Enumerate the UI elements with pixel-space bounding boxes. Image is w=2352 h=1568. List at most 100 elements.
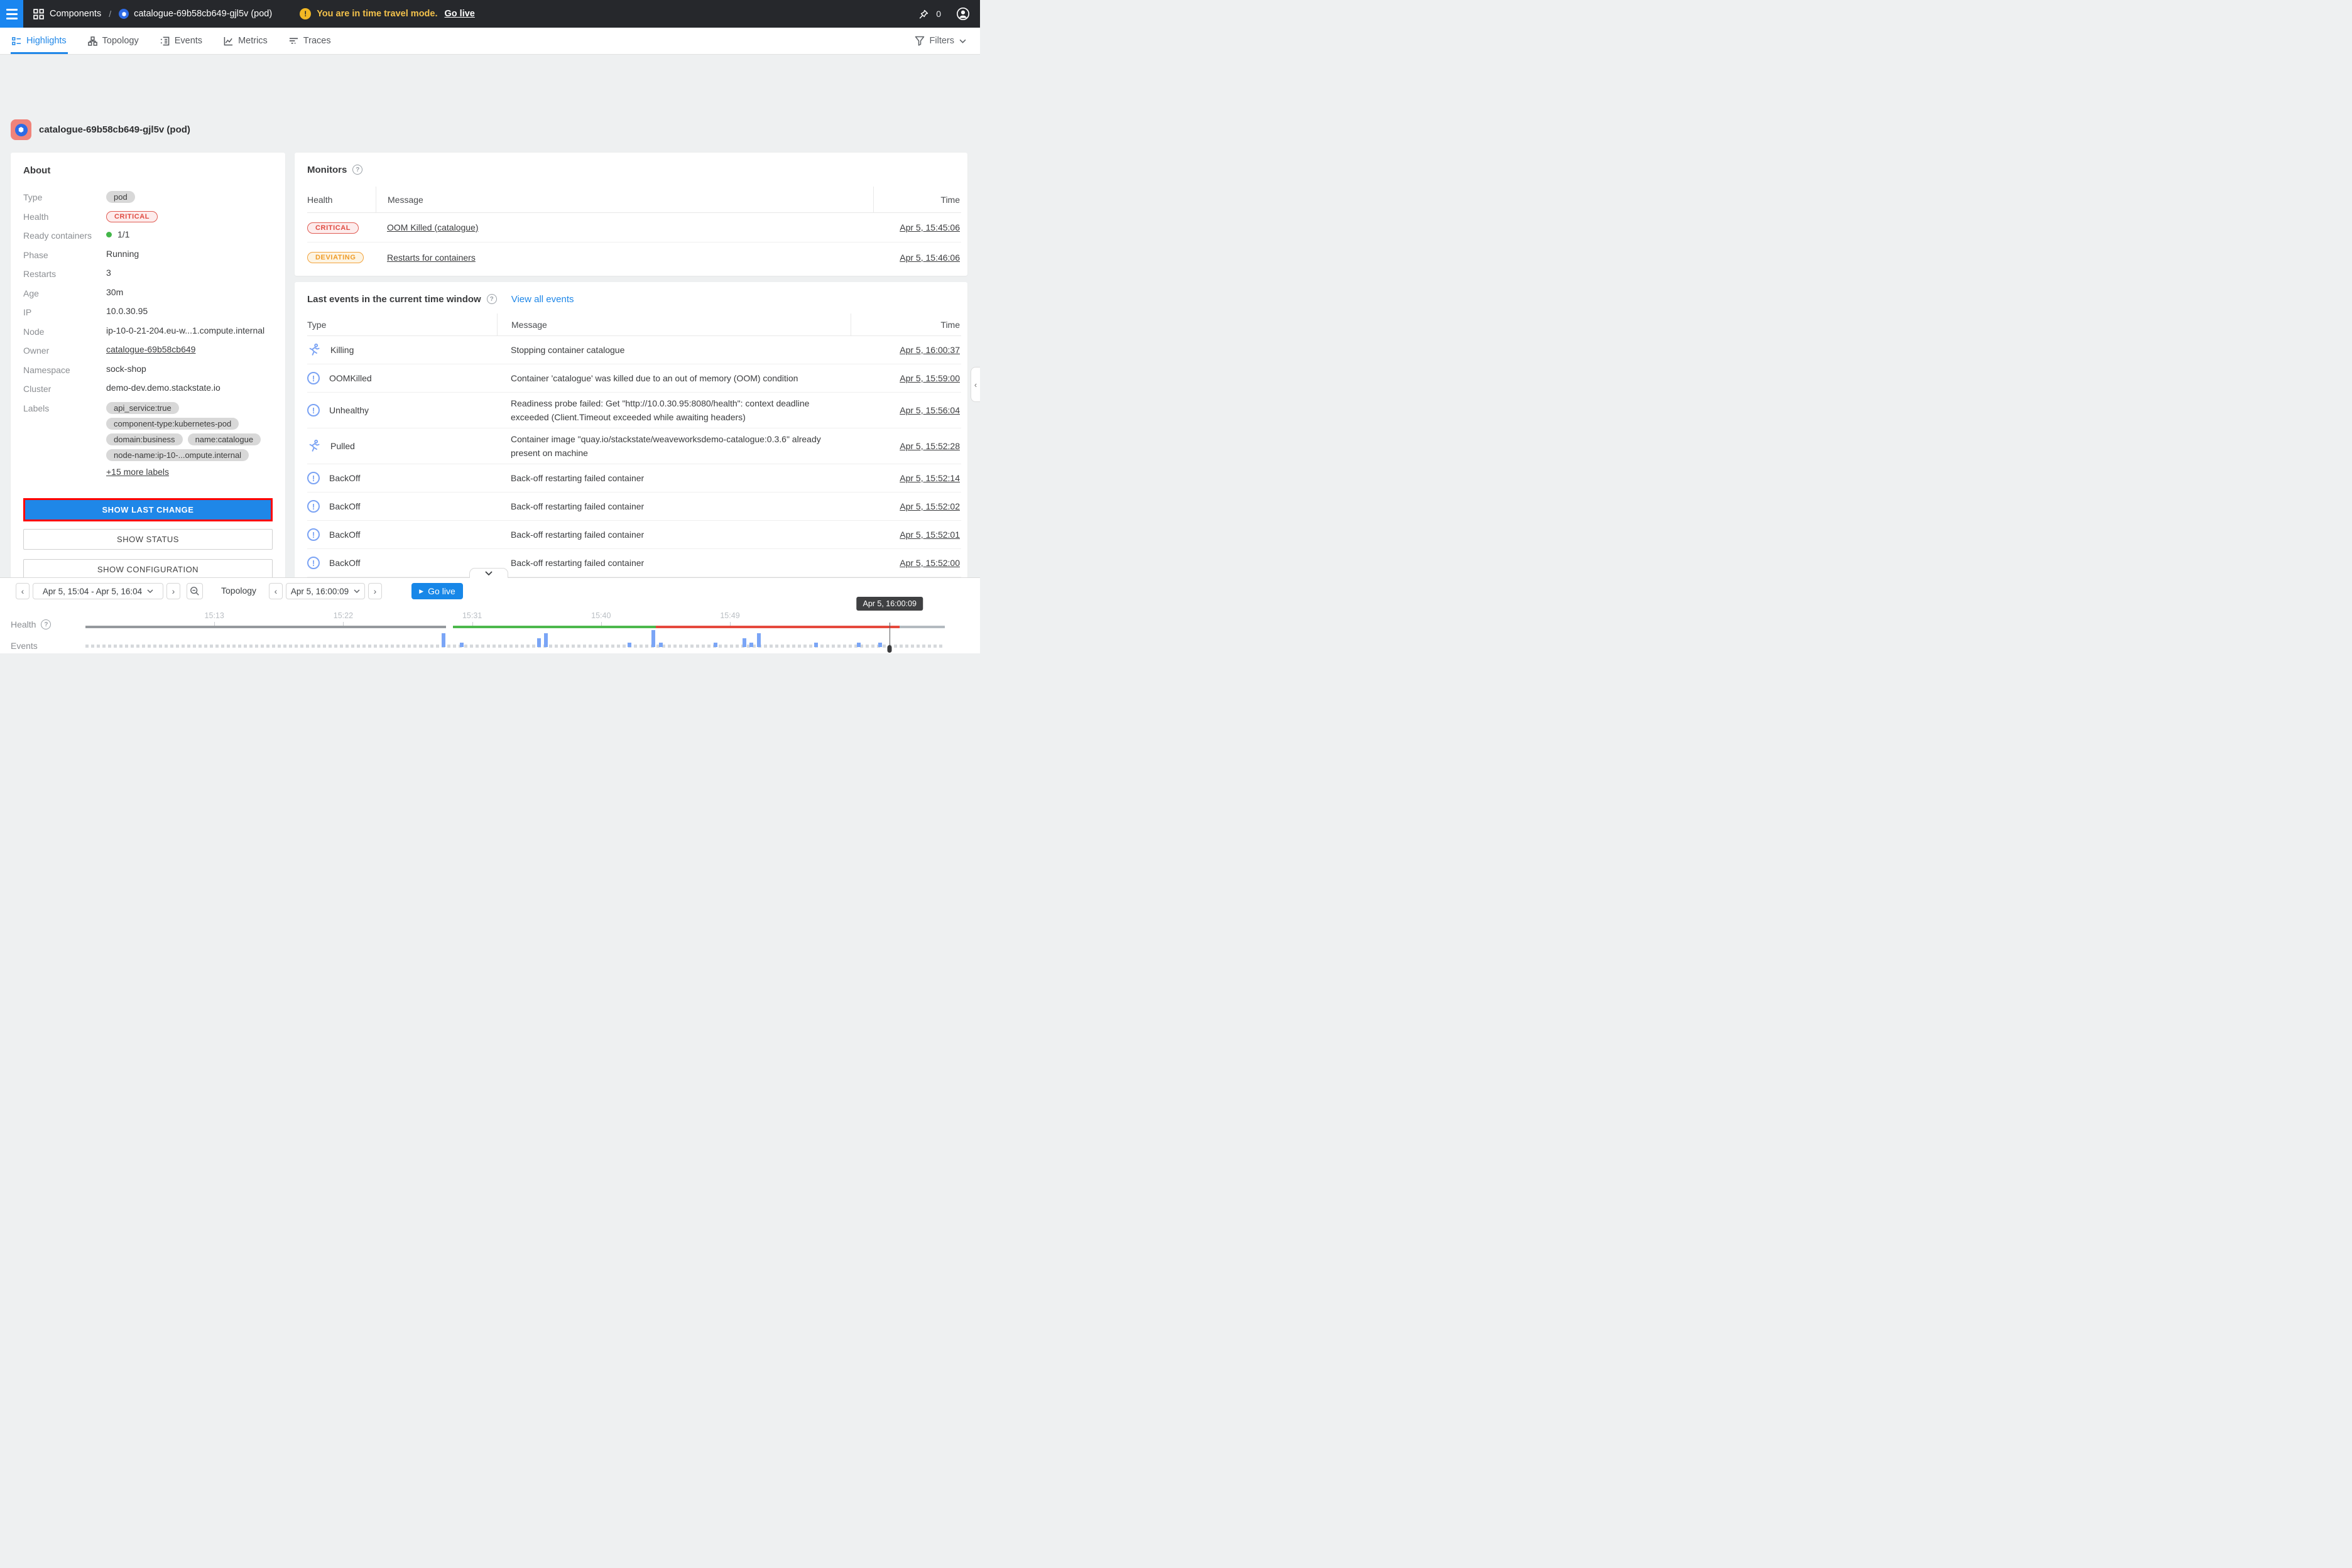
label-chip: component-type:kubernetes-pod	[106, 418, 239, 430]
event-time-link[interactable]: Apr 5, 16:00:37	[900, 345, 960, 355]
health-segment-unknown	[85, 626, 446, 628]
main-content: catalogue-69b58cb649-gjl5v (pod) About T…	[0, 55, 980, 577]
table-row: PulledContainer image "quay.io/stackstat…	[307, 428, 961, 464]
view-tabs: Highlights Topology Events Metrics	[0, 28, 980, 55]
page-title: catalogue-69b58cb649-gjl5v (pod)	[39, 124, 190, 135]
monitor-link[interactable]: OOM Killed (catalogue)	[387, 222, 479, 232]
time-travel-warning: ! You are in time travel mode. Go live	[300, 8, 475, 19]
expand-timeline-button[interactable]	[469, 568, 508, 578]
alert-icon: !	[307, 472, 320, 484]
filters-button[interactable]: Filters	[915, 28, 980, 54]
health-row-label: Health ?	[11, 619, 51, 629]
help-icon[interactable]: ?	[41, 619, 51, 629]
user-avatar[interactable]	[956, 7, 970, 21]
events-row-label: Events	[11, 641, 38, 651]
app-window: Components / catalogue-69b58cb649-gjl5v …	[0, 0, 980, 653]
components-grid-icon	[33, 9, 44, 19]
alert-icon: !	[307, 557, 320, 569]
event-time-link[interactable]: Apr 5, 15:56:04	[900, 405, 960, 415]
tab-events[interactable]: Events	[159, 28, 204, 54]
tab-highlights[interactable]: Highlights	[11, 28, 68, 54]
alert-icon: !	[307, 500, 320, 513]
event-time-link[interactable]: Apr 5, 15:52:00	[900, 558, 960, 568]
event-bar	[651, 630, 655, 647]
event-time-link[interactable]: Apr 5, 15:59:00	[900, 373, 960, 383]
about-row-labels: Labels api_service:true component-type:k…	[23, 402, 273, 477]
running-icon	[307, 439, 321, 453]
about-row-cluster: Cluster demo-dev.demo.stackstate.io	[23, 383, 273, 402]
pod-type-badge	[11, 119, 31, 140]
deviating-badge: DEVIATING	[307, 252, 364, 263]
event-bar	[537, 638, 541, 647]
collapse-panel-handle[interactable]: ‹	[971, 367, 980, 402]
event-time-link[interactable]: Apr 5, 15:52:28	[900, 441, 960, 451]
breadcrumb[interactable]: Components	[50, 9, 101, 19]
menu-icon[interactable]	[0, 0, 23, 28]
monitor-time-link[interactable]: Apr 5, 15:46:06	[900, 253, 960, 263]
type-chip: pod	[106, 191, 135, 203]
breadcrumb-entity[interactable]: catalogue-69b58cb649-gjl5v (pod)	[119, 9, 272, 19]
table-row: !BackOffBack-off restarting failed conta…	[307, 521, 961, 549]
table-row: KillingStopping container catalogueApr 5…	[307, 336, 961, 364]
show-last-change-button[interactable]: SHOW LAST CHANGE	[23, 498, 273, 521]
show-status-button[interactable]: SHOW STATUS	[23, 529, 273, 550]
label-chip: domain:business	[106, 433, 183, 445]
event-bar	[743, 638, 746, 647]
time-marker-tooltip: Apr 5, 16:00:09	[856, 597, 922, 611]
event-bar	[878, 643, 882, 647]
events-table-header: Type Message Time	[307, 313, 961, 336]
event-bar	[749, 643, 753, 647]
about-row-restarts: Restarts 3	[23, 268, 273, 287]
table-row: !UnhealthyReadiness probe failed: Get "h…	[307, 393, 961, 428]
alert-icon: !	[307, 404, 320, 416]
health-segment-nodata	[900, 626, 945, 628]
table-row: DEVIATING Restarts for containers Apr 5,…	[307, 242, 961, 272]
help-icon[interactable]: ?	[487, 294, 497, 304]
more-labels-link[interactable]: +15 more labels	[106, 467, 169, 477]
label-chip: api_service:true	[106, 402, 179, 414]
event-bar	[628, 643, 631, 647]
axis-tick-label: 15:13	[205, 611, 224, 620]
help-icon[interactable]: ?	[352, 165, 362, 175]
timeline-chart[interactable]: Health ? Events 15:1315:2215:3115:4015:4…	[0, 578, 980, 653]
table-row: !BackOffBack-off restarting failed conta…	[307, 493, 961, 521]
event-bar	[544, 633, 548, 647]
about-panel: About Type pod Health CRITICAL Ready con…	[11, 153, 285, 621]
about-row-type: Type pod	[23, 191, 273, 210]
axis-tick-label: 15:49	[720, 611, 739, 620]
funnel-icon	[915, 36, 925, 46]
tab-metrics[interactable]: Metrics	[222, 28, 269, 54]
about-row-owner: Owner catalogue-69b58cb649	[23, 344, 273, 364]
event-bar	[814, 643, 818, 647]
tab-topology[interactable]: Topology	[87, 28, 140, 54]
go-live-link[interactable]: Go live	[445, 9, 475, 19]
about-row-age: Age 30m	[23, 287, 273, 307]
health-segment-critical	[656, 626, 900, 628]
about-row-node: Node ip-10-0-21-204.eu-w...1.compute.int…	[23, 325, 273, 345]
table-row: !BackOffBack-off restarting failed conta…	[307, 549, 961, 577]
alert-icon: !	[307, 528, 320, 541]
monitors-heading: Monitors	[307, 165, 347, 175]
health-segment-healthy	[453, 626, 656, 628]
view-all-events-link[interactable]: View all events	[511, 294, 574, 305]
time-marker-handle[interactable]	[888, 645, 892, 653]
tab-traces[interactable]: Traces	[288, 28, 332, 54]
about-row-phase: Phase Running	[23, 249, 273, 268]
monitor-time-link[interactable]: Apr 5, 15:45:06	[900, 222, 960, 232]
axis-tick-label: 15:31	[462, 611, 482, 620]
axis-tick-label: 15:22	[334, 611, 353, 620]
monitors-panel: Monitors ? Health Message Time CRITICAL …	[295, 153, 967, 276]
chevron-down-icon	[485, 571, 493, 575]
monitor-link[interactable]: Restarts for containers	[387, 253, 476, 263]
event-bar	[460, 643, 464, 647]
about-row-health: Health CRITICAL	[23, 210, 273, 230]
owner-link[interactable]: catalogue-69b58cb649	[106, 344, 195, 354]
table-row: !BackOffBack-off restarting failed conta…	[307, 464, 961, 493]
event-bar	[757, 633, 761, 647]
pin-icon[interactable]	[918, 8, 930, 20]
events-heading: Last events in the current time window	[307, 294, 481, 305]
event-time-link[interactable]: Apr 5, 15:52:01	[900, 530, 960, 540]
event-time-link[interactable]: Apr 5, 15:52:02	[900, 501, 960, 511]
event-time-link[interactable]: Apr 5, 15:52:14	[900, 473, 960, 483]
event-bar	[659, 643, 663, 647]
